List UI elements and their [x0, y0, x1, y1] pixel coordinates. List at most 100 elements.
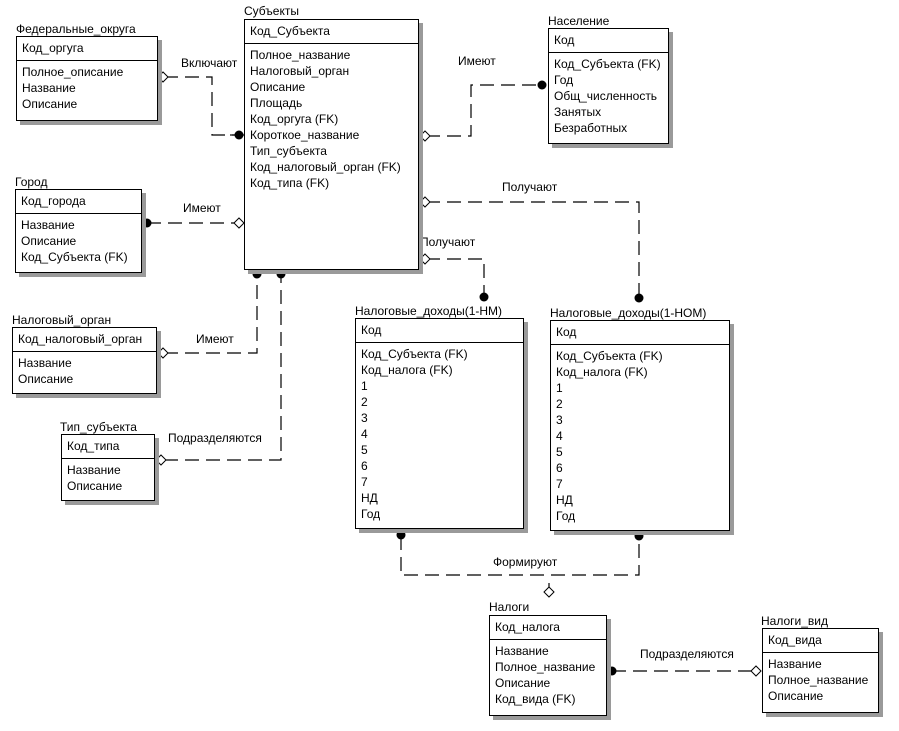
attribute: Описание [22, 97, 78, 111]
entity-title-population: Население [548, 14, 610, 28]
attribute: Общ_численность [554, 89, 658, 103]
dot-nom-bottom [634, 531, 644, 541]
entity-title-tax-authority: Налоговый_орган [12, 313, 112, 327]
attribute: Полное_название [495, 660, 596, 674]
attribute: Код_налога (FK) [556, 365, 648, 379]
rel-label-form: Формируют [493, 555, 558, 569]
diamond-type [155, 454, 167, 466]
attribute: НД [361, 491, 378, 505]
attribute: Название [18, 356, 72, 370]
attribute: Год [361, 507, 381, 521]
attribute: Код_налога (FK) [361, 363, 453, 377]
dot-subjects-left [234, 130, 244, 140]
entity-tax-income-nm[interactable]: Код Код_Субъекта (FK) Код_налога (FK) 1 2 3 4 5… [355, 318, 524, 529]
attribute: Год [554, 73, 574, 87]
attribute: Код_оргуга (FK) [250, 112, 339, 126]
primary-key: Код_оргуга [17, 37, 157, 61]
attribute: Код_типа (FK) [250, 176, 330, 190]
entity-federal[interactable]: Код_оргуга Полное_описание Название Описани… [16, 36, 158, 121]
attribute: НД [556, 493, 573, 507]
attribute: Описание [21, 234, 77, 248]
dot-nm-bottom [396, 530, 406, 540]
entity-tax-authority[interactable]: Код_налоговый_орган Название Описание [12, 327, 157, 394]
entity-population[interactable]: Код Код_Субъекта (FK) Год Общ_численность За… [548, 28, 669, 144]
line-federal-subjects [164, 76, 240, 136]
attribute: 3 [361, 411, 368, 425]
dot-nom-top [634, 293, 644, 303]
attribute: Занятых [554, 105, 602, 119]
attribute: Год [556, 509, 576, 523]
attribute: Описание [18, 372, 74, 386]
attribute: Название [768, 657, 822, 671]
attribute-list: Название Описание [13, 352, 156, 390]
rel-label-receive-nm: Получают [420, 235, 476, 249]
dot-subjects-bottom-2 [276, 269, 286, 279]
diamond-taxauth [157, 347, 169, 359]
entity-title-tax-types: Налоги_вид [761, 614, 828, 628]
attribute: 1 [556, 381, 563, 395]
attribute: 2 [556, 397, 563, 411]
attribute: 5 [556, 445, 563, 459]
diamond-federal [157, 71, 169, 83]
entity-city[interactable]: Код_города Название Описание Код_Субъекта (… [15, 189, 142, 273]
entity-title-tax-income-nom: Налоговые_доходы(1-НОМ) [550, 306, 707, 320]
dot-population [537, 80, 547, 90]
attribute-list: Полное_описание Название Описание [17, 61, 157, 115]
entity-title-tax-income-nm: Налоговые_доходы(1-НМ) [355, 304, 503, 318]
attribute-list: Название Полное_название Описание Код_вида … [490, 640, 606, 710]
attribute: Код_Субъекта (FK) [21, 250, 128, 264]
attribute-list: Код_Субъекта (FK) Код_налога (FK) 1 2 3 4 5 6 7 Н… [551, 345, 729, 527]
attribute: Код_Субъекта (FK) [556, 349, 663, 363]
rel-label-city-have: Имеют [183, 201, 221, 215]
dot-subjects-bottom-1 [252, 269, 262, 279]
entity-subject-type[interactable]: Код_типа Название Описание [61, 434, 155, 501]
attribute: Код_налоговый_орган (FK) [250, 160, 401, 174]
entity-taxes[interactable]: Код_налога Название Полное_название Описани… [489, 615, 607, 716]
primary-key: Код_налога [490, 616, 606, 640]
attribute: Код_вида (FK) [495, 692, 576, 706]
attribute: 3 [556, 413, 563, 427]
attribute: Полное_название [250, 48, 351, 62]
attribute: Код_Субъекта (FK) [361, 347, 468, 361]
attribute: Описание [495, 676, 551, 690]
entity-tax-types[interactable]: Код_вида Название Полное_название Описание [762, 628, 879, 713]
primary-key: Код [551, 321, 729, 345]
attribute: 5 [361, 443, 368, 457]
attribute: Площадь [250, 96, 303, 110]
primary-key: Код_вида [763, 629, 878, 653]
attribute-list: Название Полное_название Описание [763, 653, 878, 707]
attribute: 4 [361, 427, 368, 441]
entity-subjects[interactable]: Код_Субъекта Полное_название Налоговый_орг… [244, 19, 419, 270]
entity-title-subjects: Субъекты [244, 4, 299, 18]
entity-title-taxes: Налоги [489, 600, 530, 614]
attribute: Налоговый_орган [250, 64, 350, 78]
attribute-list: Код_Субъекта (FK) Год Общ_численность Занят… [549, 53, 668, 139]
entity-tax-income-nom[interactable]: Код Код_Субъекта (FK) Код_налога (FK) 1 2 3 4 5… [550, 320, 730, 531]
primary-key: Код [549, 29, 668, 53]
attribute: Название [22, 81, 76, 95]
diamond-subjects-city [233, 217, 245, 229]
line-subjects-nm [426, 258, 485, 297]
attribute: Полное_описание [22, 65, 124, 79]
attribute: Название [67, 463, 121, 477]
rel-label-type-subdivide: Подразделяются [168, 431, 262, 445]
attribute: Полное_название [768, 673, 869, 687]
dot-nm-top [479, 292, 489, 302]
primary-key: Код_Субъекта [245, 20, 418, 44]
primary-key: Код [356, 319, 523, 343]
dot-taxes [607, 666, 617, 676]
attribute: 4 [556, 429, 563, 443]
attribute-list: Название Описание [62, 459, 154, 497]
attribute: Короткое_название [250, 128, 360, 142]
line-subjects-nom [426, 201, 640, 298]
diamond-subjects-1 [419, 130, 431, 142]
entity-title-city: Город [15, 175, 48, 189]
rel-label-tax-subdivide: Подразделяются [640, 647, 734, 661]
diamond-subjects-2 [419, 196, 431, 208]
attribute: 1 [361, 379, 368, 393]
attribute: Название [21, 218, 75, 232]
rel-label-population-have: Имеют [458, 54, 496, 68]
attribute: Описание [67, 479, 123, 493]
dot-city [142, 218, 152, 228]
primary-key: Код_типа [62, 435, 154, 459]
